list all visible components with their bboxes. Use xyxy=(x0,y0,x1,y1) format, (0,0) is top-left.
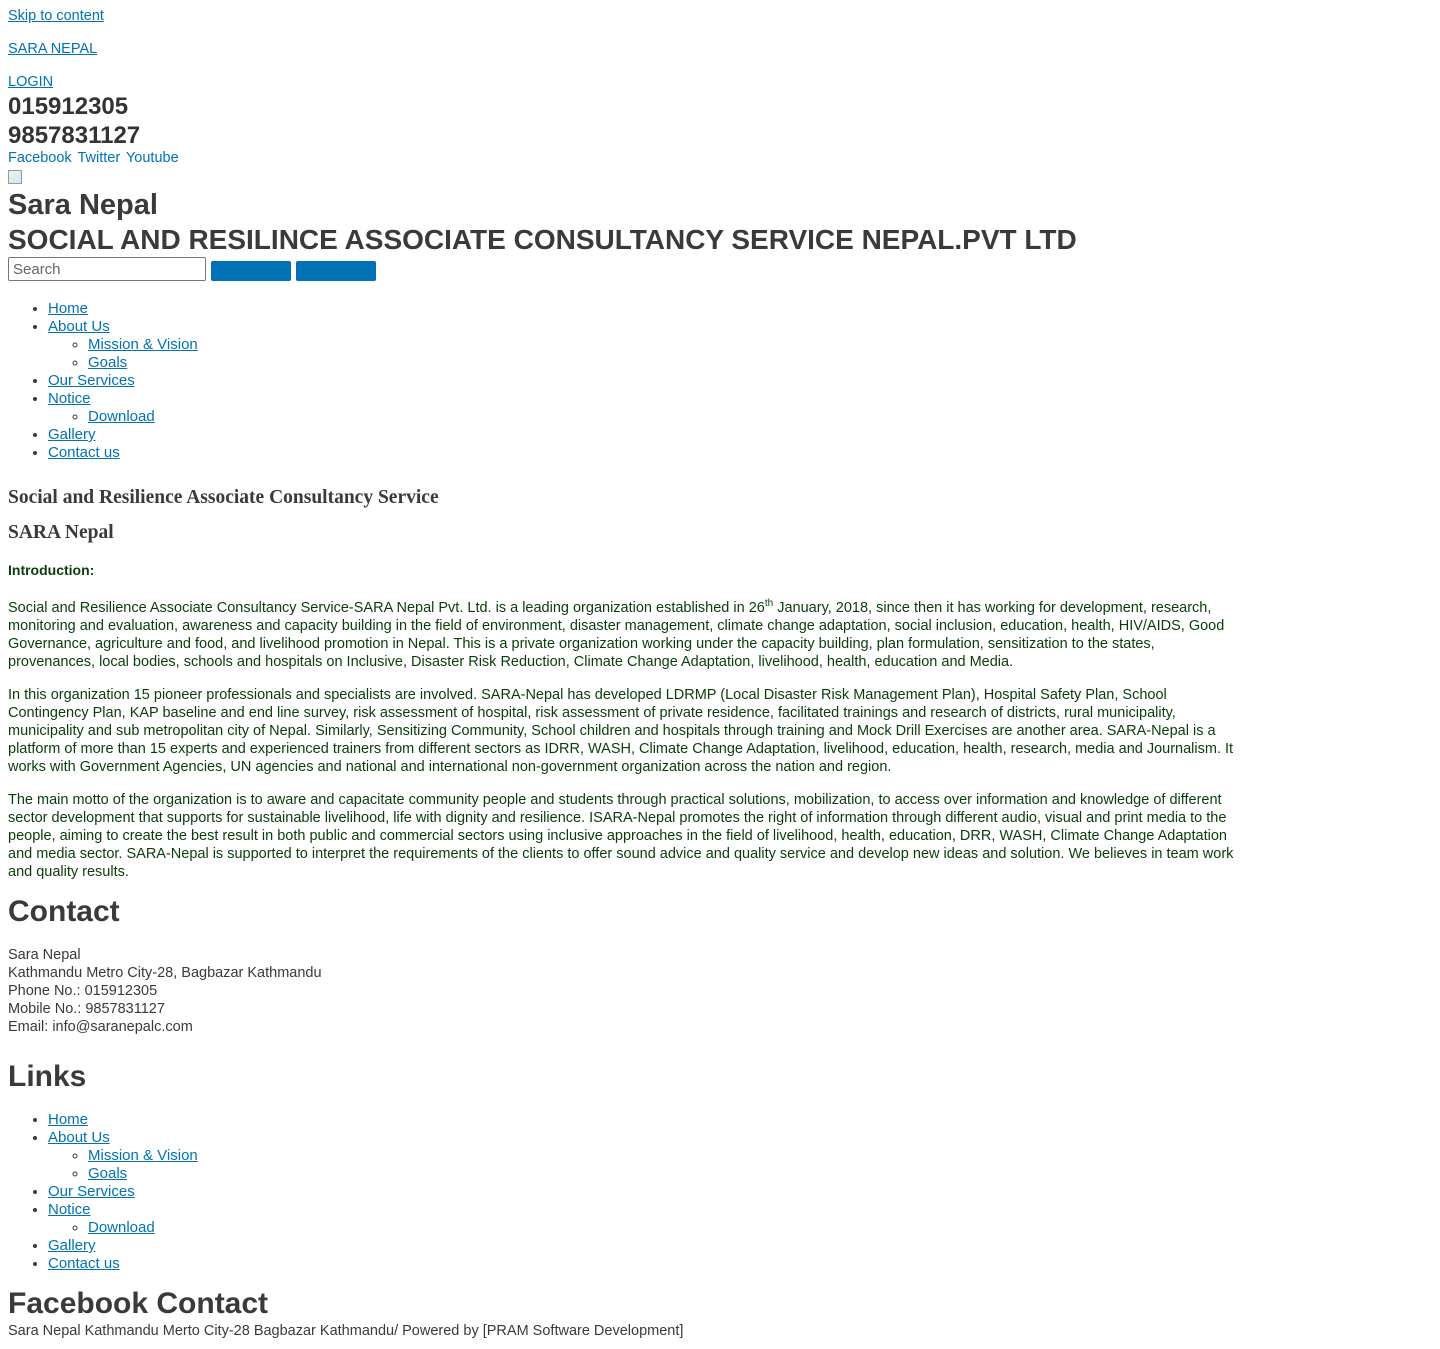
nav-link-gallery[interactable]: Gallery xyxy=(48,426,96,443)
youtube-link[interactable]: Youtube xyxy=(126,150,179,166)
mobile-number: 9857831127 xyxy=(8,122,141,149)
contact-phone: Phone No.: 015912305 xyxy=(8,983,158,999)
contact-org-name: Sara Nepal xyxy=(8,947,81,963)
nav-link-goals[interactable]: Goals xyxy=(88,354,127,371)
footer-nav-item-gallery: Gallery xyxy=(48,1237,198,1255)
contact-email: Email: info@saranepalc.com xyxy=(8,1019,193,1035)
introduction-label: Introduction: xyxy=(8,562,95,578)
footer-nav-link-notice[interactable]: Notice xyxy=(48,1201,91,1218)
skip-to-content-link[interactable]: Skip to content xyxy=(8,8,104,24)
nav-item-gallery: Gallery xyxy=(48,426,198,444)
social-links: Facebook Twitter Youtube xyxy=(8,150,181,166)
primary-navigation: Home About Us Mission & Vision Goals Our… xyxy=(8,300,198,462)
footer-nav-link-home[interactable]: Home xyxy=(48,1111,88,1128)
intro-paragraph-2: In this organization 15 pioneer professi… xyxy=(8,687,1234,775)
nav-link-download[interactable]: Download xyxy=(88,408,155,425)
nav-item-contact: Contact us xyxy=(48,444,198,462)
nav-link-about[interactable]: About Us xyxy=(48,318,110,335)
facebook-widget-title: Facebook Contact xyxy=(8,1287,269,1320)
page-heading: Social and Resilience Associate Consulta… xyxy=(8,487,439,508)
nav-item-goals: Goals xyxy=(88,354,198,372)
nav-link-home[interactable]: Home xyxy=(48,300,88,317)
site-title: Sara Nepal xyxy=(8,189,158,221)
nav-item-download: Download xyxy=(88,408,198,426)
nav-item-notice: Notice Download xyxy=(48,390,198,426)
contact-widget-title: Contact xyxy=(8,895,120,928)
nav-link-contact[interactable]: Contact us xyxy=(48,444,120,461)
nav-item-services: Our Services xyxy=(48,372,198,390)
footer-nav-link-download[interactable]: Download xyxy=(88,1219,155,1236)
footer-nav-item-contact: Contact us xyxy=(48,1255,198,1273)
footer-nav-link-about[interactable]: About Us xyxy=(48,1129,110,1146)
footer-nav-item-home: Home xyxy=(48,1111,198,1129)
twitter-link[interactable]: Twitter xyxy=(77,150,120,166)
contact-mobile: Mobile No.: 9857831127 xyxy=(8,1001,165,1017)
phone-number: 015912305 xyxy=(8,93,129,120)
brand-link[interactable]: SARA NEPAL xyxy=(8,41,97,57)
footer-nav-item-about: About Us Mission & Vision Goals xyxy=(48,1129,198,1183)
footer-nav-item-goals: Goals xyxy=(88,1165,198,1183)
links-widget-title: Links xyxy=(8,1060,87,1093)
footer-credits: Sara Nepal Kathmandu Merto City-28 Bagba… xyxy=(8,1323,684,1339)
paragraph-text: Social and Resilience Associate Consulta… xyxy=(8,600,765,616)
intro-paragraph-1: Social and Resilience Associate Consulta… xyxy=(8,599,1244,671)
footer-nav-link-gallery[interactable]: Gallery xyxy=(48,1237,96,1254)
contact-address: Kathmandu Metro City-28, Bagbazar Kathma… xyxy=(8,965,322,981)
menu-toggle-button[interactable] xyxy=(296,260,377,281)
nav-link-mission[interactable]: Mission & Vision xyxy=(88,336,198,353)
nav-item-mission: Mission & Vision xyxy=(88,336,198,354)
footer-nav-item-notice: Notice Download xyxy=(48,1201,198,1237)
nav-item-about: About Us Mission & Vision Goals xyxy=(48,318,198,372)
search-form xyxy=(8,257,377,281)
footer-nav-item-mission: Mission & Vision xyxy=(88,1147,198,1165)
superscript-th: th xyxy=(764,598,774,609)
contact-details: Sara Nepal Kathmandu Metro City-28, Bagb… xyxy=(8,946,322,1036)
nav-link-notice[interactable]: Notice xyxy=(48,390,91,407)
search-button[interactable] xyxy=(211,260,292,281)
site-description: SOCIAL AND RESILINCE ASSOCIATE CONSULTAN… xyxy=(8,224,1077,255)
page-subheading: SARA Nepal xyxy=(8,522,114,543)
nav-item-home: Home xyxy=(48,300,198,318)
login-link[interactable]: LOGIN xyxy=(8,74,53,90)
footer-nav-item-services: Our Services xyxy=(48,1183,198,1201)
facebook-link[interactable]: Facebook xyxy=(8,150,72,166)
footer-nav-link-mission[interactable]: Mission & Vision xyxy=(88,1147,198,1164)
search-input[interactable] xyxy=(8,257,206,281)
footer-nav-item-download: Download xyxy=(88,1219,198,1237)
footer-nav-link-goals[interactable]: Goals xyxy=(88,1165,127,1182)
logo-image[interactable] xyxy=(8,170,22,184)
intro-paragraph-3: The main motto of the organization is to… xyxy=(8,792,1234,880)
footer-navigation: Home About Us Mission & Vision Goals Our… xyxy=(8,1111,198,1273)
nav-link-services[interactable]: Our Services xyxy=(48,372,135,389)
footer-nav-link-services[interactable]: Our Services xyxy=(48,1183,135,1200)
footer-nav-link-contact[interactable]: Contact us xyxy=(48,1255,120,1272)
